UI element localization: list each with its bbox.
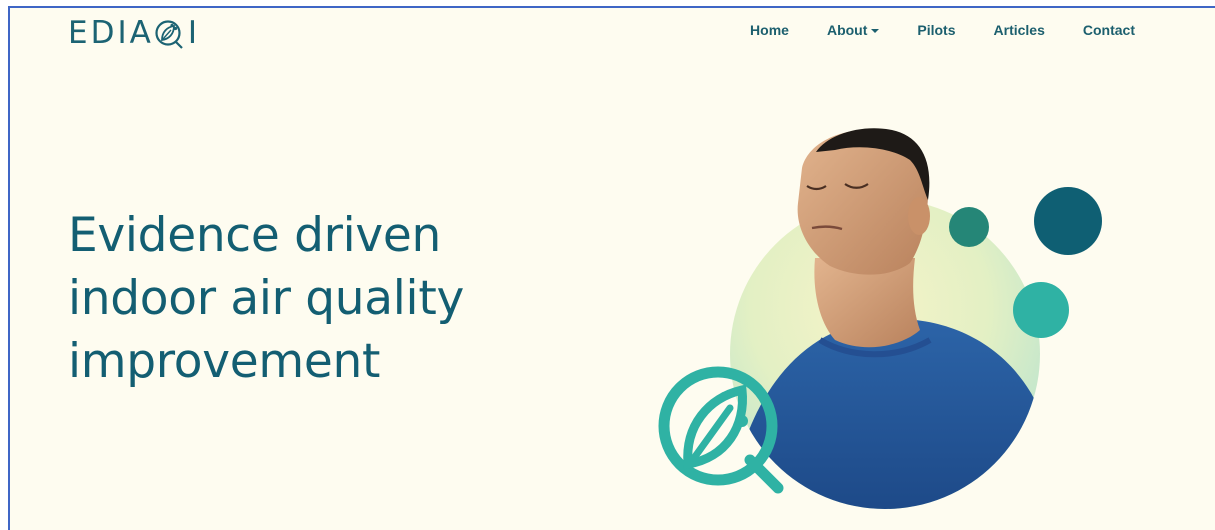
decorative-dot-small: [949, 207, 989, 247]
nav-item-home[interactable]: Home: [750, 22, 789, 38]
nav-item-label: Contact: [1082, 22, 1135, 38]
hero-visual: [658, 128, 1102, 509]
nav-item-about[interactable]: About: [826, 22, 880, 38]
caret-down-icon: [871, 28, 880, 33]
nav-item-label: Articles: [993, 22, 1045, 38]
nav-item-articles[interactable]: Articles: [994, 22, 1045, 38]
nav-item-pilots[interactable]: Pilots: [917, 22, 955, 38]
decorative-dot-medium: [1013, 282, 1069, 338]
logo-text-suffix: I: [187, 15, 200, 51]
nav-item-label: About: [826, 22, 868, 38]
nav-item-contact[interactable]: Contact: [1083, 22, 1135, 38]
nav-item-label: Pilots: [917, 22, 956, 38]
nav-item-label: Home: [750, 22, 789, 38]
logo-text-prefix: EDIA: [68, 15, 154, 51]
hero-title: Evidence driven indoor air quality impro…: [68, 208, 464, 389]
site-logo[interactable]: EDIA I: [68, 14, 200, 52]
page: EDIA I Home About Pilots Articles Contac…: [8, 6, 1215, 530]
decorative-dot-large: [1034, 187, 1102, 255]
main-nav: Home About Pilots Articles Contact: [712, 22, 1135, 38]
leaf-q-icon: [155, 20, 183, 49]
